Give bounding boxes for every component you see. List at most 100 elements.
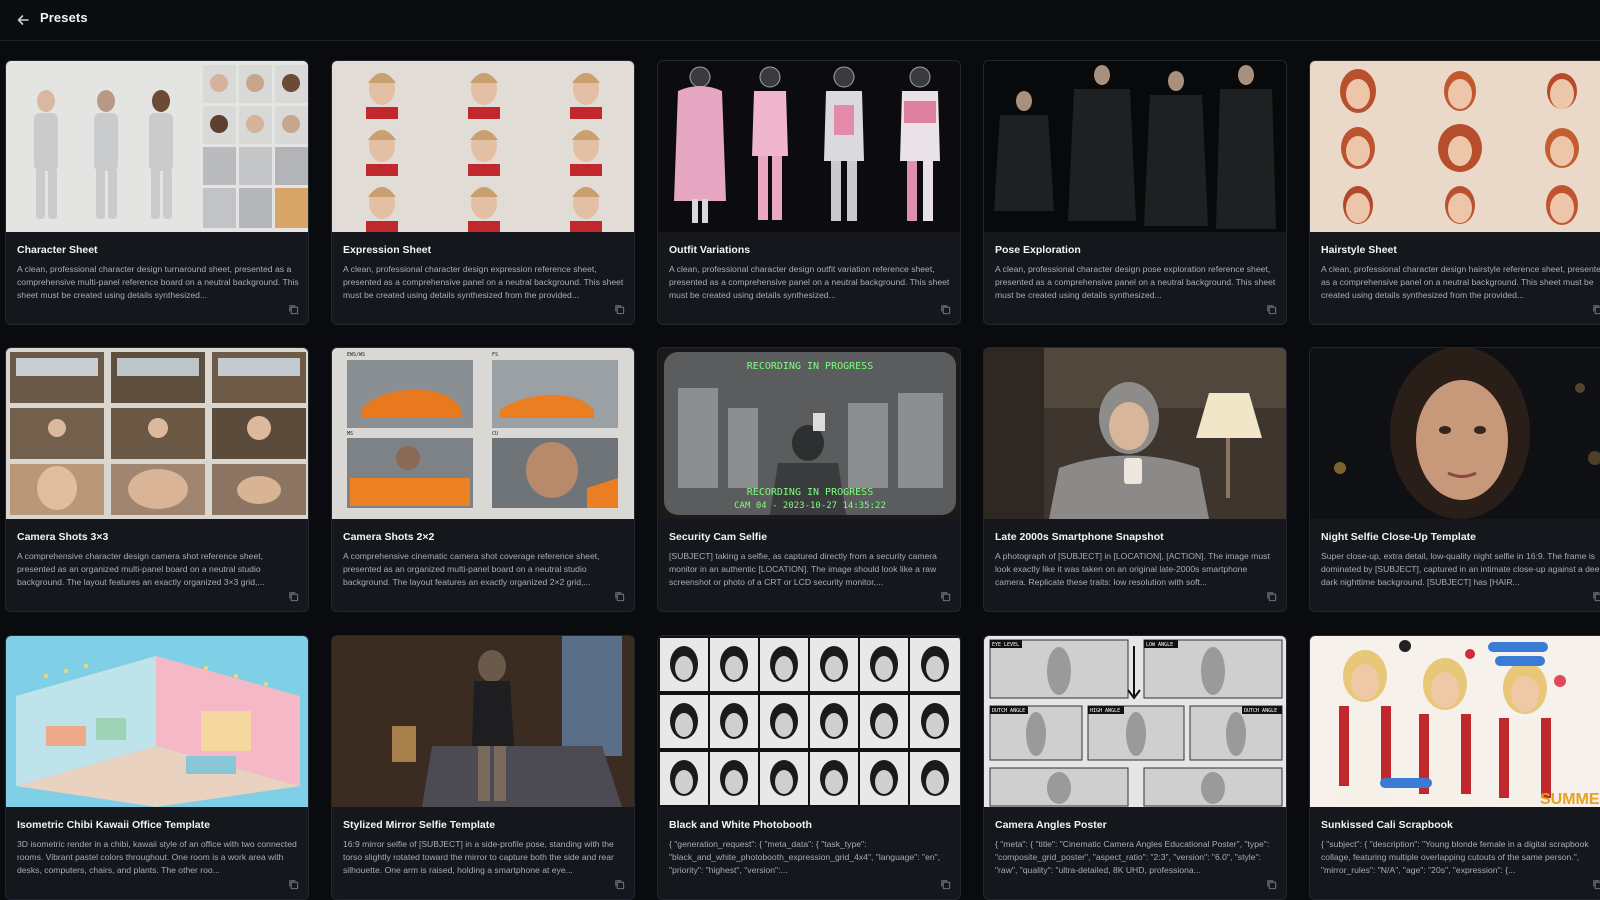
preset-thumbnail: EYE LEVEL LOW ANGLE DUTCH ANGLE HIGH ANG… [984, 636, 1286, 807]
preset-title: Camera Angles Poster [995, 819, 1107, 831]
preset-thumbnail: RECORDING IN PROGRESS RECORDING IN PROGR… [658, 348, 960, 519]
copy-icon [614, 304, 624, 314]
summer-sticker: SUMMER [1540, 791, 1600, 807]
preset-title: Stylized Mirror Selfie Template [343, 819, 496, 831]
preset-title: Character Sheet [17, 244, 98, 256]
copy-button[interactable] [938, 877, 952, 891]
preset-thumbnail: EWS/WS FS MS CU [332, 348, 634, 519]
copy-icon [288, 879, 298, 889]
preset-thumbnail [332, 636, 634, 807]
preset-title: Night Selfie Close-Up Template [1321, 531, 1476, 543]
preset-card-pose-exploration[interactable]: Pose Exploration A clean, professional c… [983, 60, 1287, 325]
copy-button[interactable] [286, 877, 300, 891]
preset-title: Isometric Chibi Kawaii Office Template [17, 819, 210, 831]
preset-title: Camera Shots 2×2 [343, 531, 435, 543]
preset-title: Pose Exploration [995, 244, 1081, 256]
preset-card-night-selfie-close-up-template[interactable]: Night Selfie Close-Up Template Super clo… [1309, 347, 1600, 612]
preset-thumbnail [658, 636, 960, 807]
copy-icon [1592, 304, 1600, 314]
preset-description: 16:9 mirror selfie of [SUBJECT] in a sid… [343, 839, 614, 875]
preset-description: A clean, professional character design p… [995, 264, 1276, 300]
preset-grid: Character Sheet A clean, professional ch… [0, 0, 1600, 900]
preset-description: A clean, professional character design t… [17, 264, 299, 300]
preset-thumbnail [6, 61, 308, 232]
copy-icon [614, 879, 624, 889]
copy-button[interactable] [938, 589, 952, 603]
copy-button[interactable] [612, 877, 626, 891]
copy-icon [1592, 879, 1600, 889]
copy-icon [614, 591, 624, 601]
copy-button[interactable] [1264, 877, 1278, 891]
preset-card-security-cam-selfie[interactable]: RECORDING IN PROGRESS RECORDING IN PROGR… [657, 347, 961, 612]
preset-card-hairstyle-sheet[interactable]: Hairstyle Sheet A clean, professional ch… [1309, 60, 1600, 325]
copy-button[interactable] [286, 302, 300, 316]
preset-title: Camera Shots 3×3 [17, 531, 109, 543]
copy-icon [940, 591, 950, 601]
copy-button[interactable] [1264, 589, 1278, 603]
angle-label: HIGH ANGLE [1090, 708, 1120, 714]
copy-icon [940, 879, 950, 889]
preset-thumbnail [1310, 61, 1600, 232]
preset-title: Expression Sheet [343, 244, 432, 256]
preset-title: Late 2000s Smartphone Snapshot [995, 531, 1164, 543]
preset-thumbnail [1310, 348, 1600, 519]
shot-label: EWS/WS [347, 352, 365, 358]
preset-thumbnail [658, 61, 960, 232]
preset-description: { "meta": { "title": "Cinematic Camera A… [995, 839, 1270, 875]
preset-card-black-and-white-photobooth[interactable]: Black and White Photobooth { "generation… [657, 635, 961, 900]
copy-button[interactable] [1590, 302, 1600, 316]
copy-icon [288, 591, 298, 601]
copy-icon [1266, 591, 1276, 601]
timestamp-overlay: CAM 04 - 2023-10-27 14:35:22 [734, 501, 886, 511]
preset-card-camera-shots-2x2[interactable]: EWS/WS FS MS CU Camera Shots 2×2 A compr… [331, 347, 635, 612]
preset-card-sunkissed-cali-scrapbook[interactable]: SUMMER Sunkissed Cali Scrapbook { "subje… [1309, 635, 1600, 900]
preset-title: Outfit Variations [669, 244, 751, 256]
preset-description: A photograph of [SUBJECT] in [LOCATION],… [995, 551, 1270, 587]
preset-thumbnail [6, 636, 308, 807]
angle-label: DUTCH ANGLE [1244, 708, 1277, 714]
copy-icon [1592, 591, 1600, 601]
preset-card-expression-sheet[interactable]: Expression Sheet A clean, professional c… [331, 60, 635, 325]
angle-label: EYE LEVEL [992, 642, 1019, 648]
preset-thumbnail [6, 348, 308, 519]
copy-button[interactable] [1590, 589, 1600, 603]
copy-button[interactable] [286, 589, 300, 603]
shot-label: MS [347, 431, 353, 437]
preset-card-isometric-chibi-kawaii-office[interactable]: Isometric Chibi Kawaii Office Template 3… [5, 635, 309, 900]
preset-title: Hairstyle Sheet [1321, 244, 1397, 256]
preset-title: Security Cam Selfie [669, 531, 768, 543]
recording-overlay: RECORDING IN PROGRESS [747, 487, 873, 498]
preset-description: A clean, professional character design e… [343, 264, 624, 300]
copy-button[interactable] [612, 589, 626, 603]
angle-label: DUTCH ANGLE [992, 708, 1025, 714]
preset-description: A comprehensive cinematic camera shot co… [343, 551, 600, 587]
shot-label: FS [492, 352, 498, 358]
preset-card-late-2000s-smartphone-snapshot[interactable]: Late 2000s Smartphone Snapshot A photogr… [983, 347, 1287, 612]
preset-thumbnail [984, 61, 1286, 232]
copy-button[interactable] [612, 302, 626, 316]
preset-description: Super close-up, extra detail, low-qualit… [1321, 551, 1600, 587]
preset-title: Sunkissed Cali Scrapbook [1321, 819, 1453, 831]
preset-card-camera-shots-3x3[interactable]: Camera Shots 3×3 A comprehensive charact… [5, 347, 309, 612]
copy-button[interactable] [1590, 877, 1600, 891]
copy-icon [940, 304, 950, 314]
copy-icon [288, 304, 298, 314]
preset-card-character-sheet[interactable]: Character Sheet A clean, professional ch… [5, 60, 309, 325]
preset-description: A comprehensive character design camera … [17, 551, 265, 587]
preset-card-outfit-variations[interactable]: Outfit Variations A clean, professional … [657, 60, 961, 325]
copy-button[interactable] [938, 302, 952, 316]
preset-description: A clean, professional character design h… [1321, 264, 1600, 300]
preset-description: A clean, professional character design o… [669, 264, 950, 300]
preset-thumbnail [332, 61, 634, 232]
copy-icon [1266, 304, 1276, 314]
preset-thumbnail [984, 348, 1286, 519]
recording-overlay: RECORDING IN PROGRESS [747, 361, 873, 372]
shot-label: CU [492, 431, 498, 437]
copy-button[interactable] [1264, 302, 1278, 316]
preset-card-camera-angles-poster[interactable]: EYE LEVEL LOW ANGLE DUTCH ANGLE HIGH ANG… [983, 635, 1287, 900]
preset-title: Black and White Photobooth [669, 819, 812, 831]
preset-description: 3D isometric render in a chibi, kawaii s… [17, 839, 297, 875]
preset-description: [SUBJECT] taking a selfie, as captured d… [669, 551, 937, 587]
preset-card-stylized-mirror-selfie[interactable]: Stylized Mirror Selfie Template 16:9 mir… [331, 635, 635, 900]
preset-description: { "subject": { "description": "Young blo… [1321, 839, 1589, 875]
